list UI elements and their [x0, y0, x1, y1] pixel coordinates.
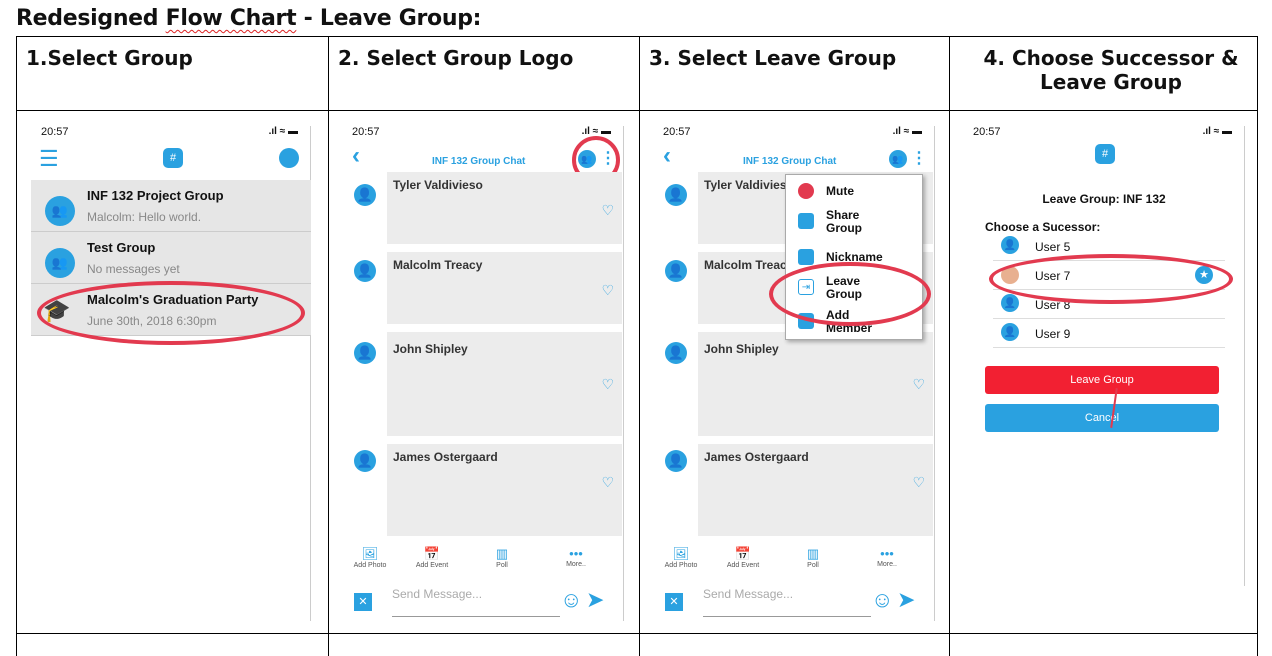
- new-chat-icon[interactable]: [279, 148, 299, 168]
- more-button[interactable]: ••• More..: [556, 546, 596, 568]
- screen-1: 20:57 .ıl ≈ ▬ ☰ # 👥 INF 132 Project Grou…: [16, 126, 328, 656]
- screen-2: 20:57 .ıl ≈ ▬ ‹ INF 132 Group Chat 👥 ⋮ 👤…: [328, 126, 639, 656]
- share-icon: [798, 213, 814, 229]
- status-icons: .ıl ≈ ▬: [892, 126, 922, 137]
- highlight-circle: [37, 281, 305, 345]
- avatar: 👤: [354, 260, 376, 282]
- groupme-logo-icon: #: [1095, 144, 1115, 164]
- message-input-bar: ✕ Send Message... ☺ ➤: [653, 581, 933, 621]
- avatar: 👤: [354, 342, 376, 364]
- chat-toolbar: 🖼 Add Photo 📅 Add Event ▥ Poll ••• More..: [342, 546, 622, 576]
- back-icon[interactable]: ‹: [663, 142, 671, 170]
- send-icon[interactable]: ➤: [897, 587, 915, 613]
- avatar: 👤: [665, 342, 687, 364]
- menu-item-share-group[interactable]: Share Group: [826, 209, 876, 235]
- screen-4: 20:57 .ıl ≈ ▬ # Leave Group: INF 132 Cho…: [949, 126, 1257, 656]
- user-row[interactable]: 👤 User 9: [993, 319, 1225, 348]
- groupme-logo-icon: #: [163, 148, 183, 168]
- heart-icon[interactable]: ♡: [601, 376, 614, 393]
- group-logo-icon[interactable]: 👥: [889, 150, 907, 168]
- close-icon[interactable]: ✕: [665, 593, 683, 611]
- mute-icon: [798, 183, 814, 199]
- document-title: Redesigned Flow Chart - Leave Group:: [16, 6, 482, 31]
- cancel-button[interactable]: Cancel: [985, 404, 1219, 432]
- group-row[interactable]: 👥 INF 132 Project Group Malcolm: Hello w…: [31, 180, 311, 232]
- message-input[interactable]: Send Message...: [392, 587, 560, 617]
- add-event-button[interactable]: 📅 Add Event: [723, 546, 763, 569]
- add-photo-button[interactable]: 🖼 Add Photo: [350, 546, 390, 569]
- status-icons: .ıl ≈ ▬: [268, 126, 298, 137]
- poll-button[interactable]: ▥ Poll: [482, 546, 522, 569]
- screen-3: 20:57 .ıl ≈ ▬ ‹ INF 132 Group Chat 👥 ⋮ 👤…: [639, 126, 949, 656]
- message-input-bar: ✕ Send Message... ☺ ➤: [342, 581, 622, 621]
- avatar: 👤: [665, 184, 687, 206]
- heart-icon[interactable]: ♡: [912, 474, 925, 491]
- highlight-circle: [989, 254, 1233, 304]
- heart-icon[interactable]: ♡: [601, 474, 614, 491]
- group-row[interactable]: 👥 Test Group No messages yet: [31, 232, 311, 284]
- message-card: Tyler Valdivieso ♡: [387, 172, 622, 244]
- avatar: 👤: [354, 184, 376, 206]
- message-card: John Shipley ♡: [387, 332, 622, 436]
- menu-item-mute[interactable]: Mute: [826, 185, 854, 198]
- leave-group-button[interactable]: Leave Group: [985, 366, 1219, 394]
- highlight-circle: [769, 262, 931, 326]
- kebab-icon[interactable]: ⋮: [911, 148, 927, 168]
- chat-title: INF 132 Group Chat: [432, 156, 526, 167]
- message-card: John Shipley ♡: [698, 332, 933, 436]
- add-photo-button[interactable]: 🖼 Add Photo: [661, 546, 701, 569]
- add-event-button[interactable]: 📅 Add Event: [412, 546, 452, 569]
- heart-icon[interactable]: ♡: [912, 376, 925, 393]
- group-last-message: Malcolm: Hello world.: [87, 210, 202, 224]
- status-time: 20:57: [41, 126, 69, 138]
- group-title: Test Group: [87, 240, 156, 255]
- status-time: 20:57: [663, 126, 691, 138]
- message-input[interactable]: Send Message...: [703, 587, 871, 617]
- status-time: 20:57: [352, 126, 380, 138]
- nickname-icon: [798, 249, 814, 265]
- avatar: 👤: [354, 450, 376, 472]
- leave-heading: Leave Group: INF 132: [1042, 192, 1166, 206]
- chat-title: INF 132 Group Chat: [743, 156, 837, 167]
- status-icons: .ıl ≈ ▬: [1202, 126, 1232, 137]
- poll-button[interactable]: ▥ Poll: [793, 546, 833, 569]
- status-time: 20:57: [973, 126, 1001, 138]
- emoji-icon[interactable]: ☺: [560, 587, 582, 613]
- send-icon[interactable]: ➤: [586, 587, 604, 613]
- avatar: 👤: [665, 450, 687, 472]
- chat-toolbar: 🖼 Add Photo 📅 Add Event ▥ Poll ••• More..: [653, 546, 933, 576]
- group-title: INF 132 Project Group: [87, 188, 224, 203]
- close-icon[interactable]: ✕: [354, 593, 372, 611]
- header-step-3: 3. Select Leave Group: [649, 46, 897, 70]
- more-button[interactable]: ••• More..: [867, 546, 907, 568]
- hamburger-menu-icon[interactable]: ☰: [39, 146, 59, 172]
- emoji-icon[interactable]: ☺: [871, 587, 893, 613]
- message-card: James Ostergaard ♡: [387, 444, 622, 536]
- heart-icon[interactable]: ♡: [601, 282, 614, 299]
- header-step-2: 2. Select Group Logo: [338, 46, 574, 70]
- header-step-1: 1.Select Group: [26, 46, 193, 70]
- heart-icon[interactable]: ♡: [601, 202, 614, 219]
- group-last-message: No messages yet: [87, 262, 180, 276]
- avatar: 👤: [665, 260, 687, 282]
- header-step-4: 4. Choose Successor & Leave Group: [983, 46, 1239, 94]
- message-card: Malcolm Treacy ♡: [387, 252, 622, 324]
- flow-table: 1.Select Group 2. Select Group Logo 3. S…: [16, 36, 1258, 656]
- message-card: James Ostergaard ♡: [698, 444, 933, 536]
- back-icon[interactable]: ‹: [352, 142, 360, 170]
